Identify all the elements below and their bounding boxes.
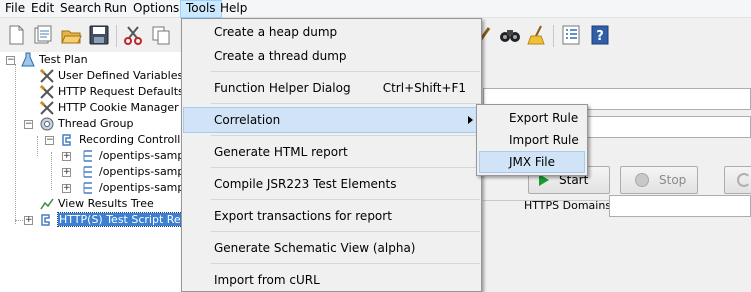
menu-item-import-from-curl[interactable]: Import from cURL [183,267,480,292]
menu-item-function-helper-dialog[interactable]: Function Helper Dialog Ctrl+Shift+F1 [183,75,480,101]
menu-item-export-transactions[interactable]: Export transactions for report [183,203,480,229]
menu-separator [211,167,480,168]
clear-icon[interactable] [526,24,548,46]
menu-item-create-thread-dump[interactable]: Create a thread dump [183,43,480,69]
expand-icon[interactable]: + [62,184,71,193]
menu-separator [211,199,480,200]
collapse-icon[interactable]: − [6,56,15,65]
test-plan-icon [20,52,36,68]
tree-node-thread-group[interactable]: Thread Group [39,116,133,132]
collapse-icon[interactable]: − [45,136,54,145]
menu-item-correlation[interactable]: Correlation [183,107,480,133]
tree-node-sampler[interactable]: /opentips-sample [80,148,194,164]
menu-item-generate-html-report[interactable]: Generate HTML report [183,139,480,165]
submenu-item-export-rule[interactable]: Export Rule [479,107,585,129]
menu-separator [211,231,480,232]
collapse-icon[interactable]: − [24,120,33,129]
copy-icon[interactable] [150,24,172,46]
menu-separator [211,103,480,104]
menu-item-generate-schematic-view[interactable]: Generate Schematic View (alpha) [183,235,480,261]
tree-guide-line [51,152,52,190]
function-list-icon[interactable] [560,24,582,46]
menu-bar: File Edit Search Run Options Tools Help [0,0,751,18]
menu-item-create-heap-dump[interactable]: Create a heap dump [183,19,480,45]
config-element-icon [39,84,55,100]
tree-guide-line [15,64,16,224]
toolbar-separator [553,25,554,47]
test-plan-tree: − Test Plan User Defined Variables HTTP … [0,52,194,292]
expand-icon[interactable]: + [24,216,33,225]
restart-icon [737,173,751,187]
menu-separator [211,263,480,264]
tree-node-http-cookie-manager[interactable]: HTTP Cookie Manager [39,100,179,116]
tools-menu: Create a heap dump Create a thread dump … [181,18,482,292]
stop-icon [635,173,649,187]
cut-icon[interactable] [122,24,144,46]
correlation-submenu: Export Rule Import Rule JMX File [476,104,588,176]
menu-separator [211,71,480,72]
help-icon[interactable]: ? [589,24,611,46]
menu-separator [211,135,480,136]
svg-text:?: ? [596,29,604,44]
sampler-icon [80,148,96,164]
stop-button[interactable]: Stop [620,166,698,194]
stop-label: Stop [659,173,687,187]
save-icon[interactable] [88,24,110,46]
listener-icon [39,196,55,212]
https-domains-label: HTTPS Domains: [524,199,615,212]
expand-icon[interactable]: + [62,152,71,161]
submenu-arrow-icon [468,116,473,124]
menu-item-compile-jsr223[interactable]: Compile JSR223 Test Elements [183,171,480,197]
sampler-icon [80,180,96,196]
controller-icon [60,132,76,148]
toolbar-separator [116,25,117,47]
templates-icon[interactable] [32,24,54,46]
tree-node-view-results-tree[interactable]: View Results Tree [39,196,154,212]
tree-guide-line [37,136,38,156]
expand-icon[interactable]: + [62,168,71,177]
tree-node-http-test-script-recorder[interactable]: HTTP(S) Test Script Rec [39,212,189,228]
thread-group-icon [39,116,55,132]
tree-node-sampler[interactable]: /opentips-sample [80,164,194,180]
open-icon[interactable] [60,24,82,46]
shortcut-label: Ctrl+Shift+F1 [382,81,466,95]
menu-help[interactable]: Help [215,0,252,18]
submenu-item-import-rule[interactable]: Import Rule [479,129,585,151]
recorder-icon [39,212,55,228]
search-icon[interactable] [499,24,521,46]
tree-node-http-request-defaults[interactable]: HTTP Request Defaults [39,84,184,100]
config-element-icon [39,68,55,84]
restart-button[interactable] [724,166,751,194]
tree-node-user-defined-variables[interactable]: User Defined Variables [39,68,183,84]
tree-node-recording-controller[interactable]: Recording Controller [60,132,192,148]
submenu-item-jmx-file[interactable]: JMX File [479,151,585,173]
https-domains-input[interactable] [609,195,751,217]
menu-options[interactable]: Options [128,0,184,18]
tree-node-sampler[interactable]: /opentips-sample [80,180,194,196]
config-element-icon [39,100,55,116]
new-icon[interactable] [5,24,27,46]
tree-node-test-plan[interactable]: Test Plan [20,52,88,68]
sampler-icon [80,164,96,180]
